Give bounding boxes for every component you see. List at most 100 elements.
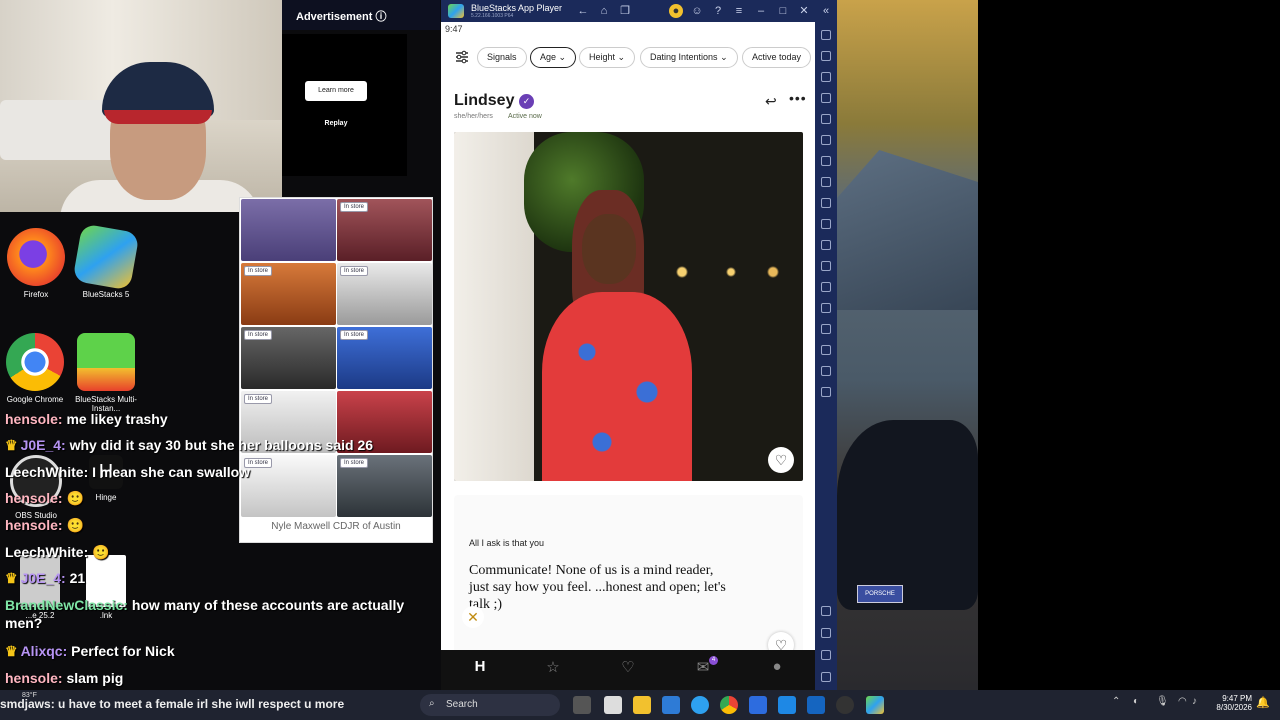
install-apk-icon[interactable] [821, 156, 831, 166]
rotate-icon[interactable] [821, 387, 831, 397]
car-tile[interactable] [241, 199, 336, 261]
more-options-icon[interactable]: ••• [789, 90, 807, 106]
bluestacks-taskbar-icon[interactable] [866, 696, 884, 714]
home-nav-icon[interactable] [821, 650, 831, 660]
ad-header: Advertisement ⓘ [282, 0, 440, 30]
filter-chip-height[interactable]: Height ⌄ [579, 47, 636, 68]
notepad-icon[interactable] [604, 696, 622, 714]
car-tile[interactable]: In store [241, 327, 336, 389]
chrome-taskbar-icon[interactable] [720, 696, 738, 714]
chrome-icon[interactable]: Google Chrome [3, 333, 67, 404]
emote-icon: 🙂 [66, 490, 84, 506]
minimize-icon[interactable]: – [754, 4, 768, 18]
bluestacks-multi-instance-icon[interactable]: BlueStacks Multi-Instan... [74, 333, 138, 413]
account-icon[interactable]: ☺ [690, 4, 704, 18]
sync-icon[interactable] [821, 135, 831, 145]
desktop-wallpaper: PORSCHE [837, 0, 978, 690]
location-icon[interactable] [821, 345, 831, 355]
folder-icon[interactable] [821, 240, 831, 250]
undo-icon[interactable]: ↩ [765, 93, 777, 110]
microphone-icon[interactable]: 🎙 [1156, 696, 1169, 707]
car-tile[interactable]: In store [337, 263, 432, 325]
outlook-icon[interactable] [807, 696, 825, 714]
fullscreen-icon[interactable] [821, 30, 831, 40]
search-icon: ⌕ [429, 698, 435, 709]
filter-chip-active-today[interactable]: Active today [742, 47, 812, 68]
filter-chip-dating-intentions[interactable]: Dating Intentions ⌄ [640, 47, 738, 68]
task-view-icon[interactable] [573, 696, 591, 714]
profile-tab-icon[interactable]: ● [767, 658, 787, 678]
paint-icon[interactable] [778, 696, 796, 714]
chevron-down-icon: ⌄ [617, 52, 626, 62]
filter-chip-age[interactable]: Age ⌄ [530, 47, 577, 68]
chat-message: LeechWhite: I mean she can swallow [5, 464, 251, 480]
screen-record-icon[interactable] [821, 93, 831, 103]
file-explorer-icon[interactable] [633, 696, 651, 714]
crown-icon: ♛ [5, 643, 18, 659]
car-tile[interactable]: In store [241, 263, 336, 325]
recent-apps-icon[interactable]: ❐ [618, 4, 632, 18]
ad-video[interactable] [282, 34, 407, 176]
macro-icon[interactable] [821, 114, 831, 124]
camera-icon[interactable] [821, 219, 831, 229]
car-ad-grid[interactable]: In store In store In store In store In s… [239, 197, 433, 543]
coin-icon[interactable]: ● [669, 4, 683, 18]
learn-more-button[interactable]: Learn more [305, 81, 367, 101]
car-tile[interactable]: In store [337, 455, 432, 517]
help-icon[interactable]: ? [711, 4, 725, 18]
car-tile[interactable]: In store [337, 199, 432, 261]
eco-mode-icon[interactable] [821, 324, 831, 334]
airplane-icon[interactable] [821, 282, 831, 292]
filter-settings-icon[interactable] [455, 50, 469, 64]
profile-photo[interactable] [454, 132, 803, 481]
maximize-icon[interactable]: □ [776, 4, 790, 18]
taskbar-search[interactable]: ⌕ Search [420, 694, 560, 716]
recents-nav-icon[interactable] [821, 672, 831, 682]
obs-taskbar-icon[interactable] [836, 696, 854, 714]
multi-instance-icon[interactable] [821, 303, 831, 313]
layers-icon[interactable] [821, 366, 831, 376]
likes-tab-icon[interactable]: ♡ [618, 658, 638, 678]
keyboard-icon[interactable] [821, 72, 831, 82]
speaker-icon[interactable]: ♪ [1192, 696, 1197, 707]
tray-chevron-icon[interactable]: ⌃ [1112, 696, 1120, 707]
network-icon[interactable]: ◐ [1133, 696, 1139, 707]
chat-message: ♛ J0E_4: 21 [5, 570, 86, 586]
bluestacks-titlebar[interactable]: BlueStacks App Player 5.22.166.1003 P64 … [441, 0, 837, 22]
back-nav-icon[interactable] [821, 628, 831, 638]
volume-icon[interactable] [821, 51, 831, 61]
wifi-icon[interactable]: ◠ [1178, 696, 1187, 707]
emote-icon: 🙂 [66, 517, 84, 533]
car-tile[interactable]: In store [241, 455, 336, 517]
prompt-answer: Communicate! None of us is a mind reader… [469, 563, 726, 612]
car-tile[interactable]: In store [337, 327, 432, 389]
firefox-icon[interactable]: Firefox [4, 228, 68, 299]
bluestacks-icon[interactable]: BlueStacks 5 [72, 223, 140, 299]
calculator-icon[interactable] [662, 696, 680, 714]
menu-icon[interactable]: ≡ [732, 4, 746, 18]
apk-icon[interactable] [821, 177, 831, 187]
empty-area [978, 0, 1280, 690]
skip-profile-button[interactable]: ✕ [462, 606, 484, 628]
edge-icon[interactable] [691, 696, 709, 714]
taskbar-clock[interactable]: 9:47 PM 8/30/2026 [1208, 694, 1252, 712]
chat-message: BrandNewClassic: how many of these accou… [5, 597, 405, 613]
discover-tab-icon[interactable]: H [470, 658, 490, 678]
store-icon[interactable] [749, 696, 767, 714]
settings-icon[interactable] [821, 606, 831, 616]
screenshot-icon[interactable] [821, 198, 831, 208]
replay-button[interactable]: Replay [305, 120, 367, 127]
chat-message-continuation: men? [5, 615, 43, 631]
filter-chip-signals[interactable]: Signals [477, 47, 527, 68]
status-bar-time: 9:47 [445, 24, 463, 34]
back-icon[interactable]: ← [576, 4, 590, 18]
crown-icon: ♛ [5, 570, 18, 586]
standouts-tab-icon[interactable]: ☆ [543, 658, 563, 678]
close-icon[interactable]: ✕ [797, 4, 811, 18]
home-icon[interactable]: ⌂ [597, 4, 611, 18]
ad-dealer-name[interactable]: Nyle Maxwell CDJR of Austin [239, 521, 433, 532]
gallery-icon[interactable] [821, 261, 831, 271]
notification-bell-icon[interactable]: 🔔 [1256, 696, 1270, 709]
like-photo-button[interactable]: ♡ [768, 447, 794, 473]
collapse-sidebar-icon[interactable]: « [819, 4, 833, 18]
